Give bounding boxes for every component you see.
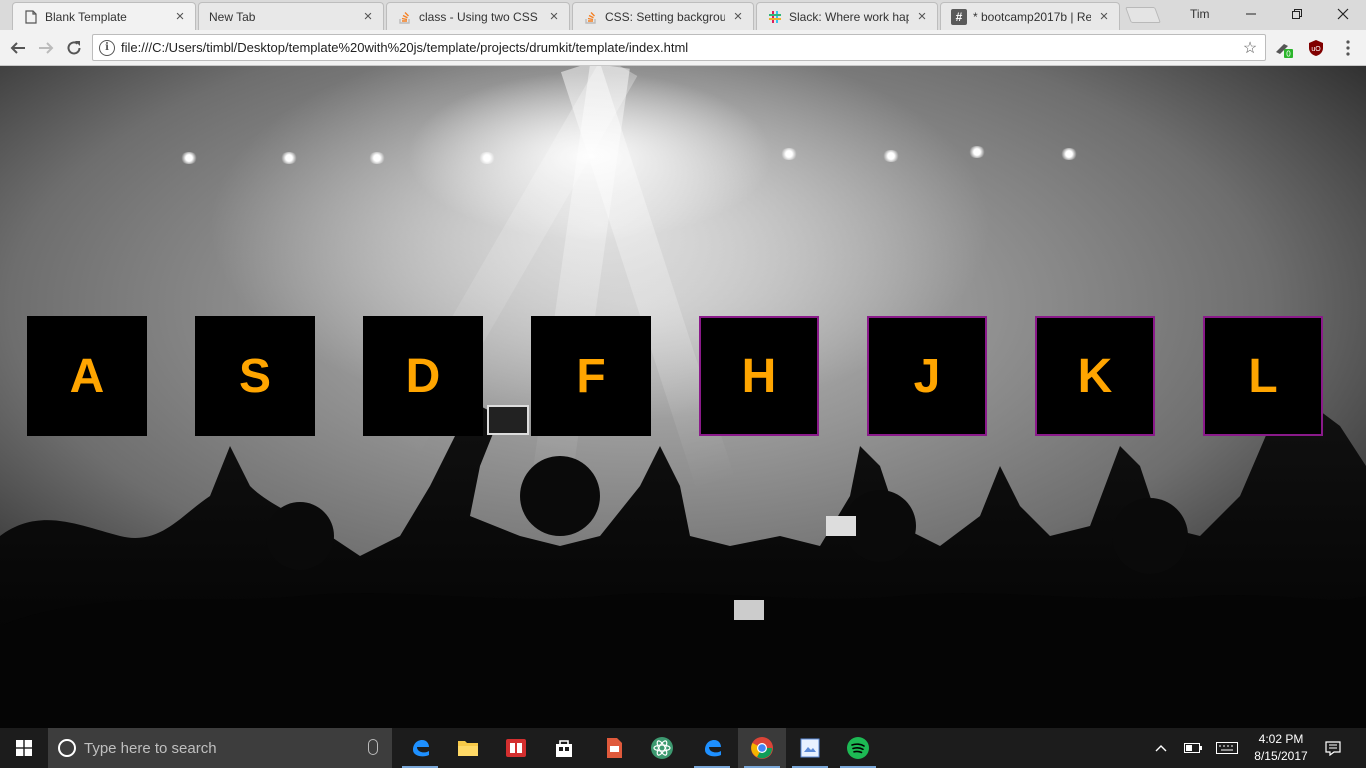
tab-strip: Blank Template × New Tab × class - Using…: [0, 0, 1366, 30]
tab-title: New Tab: [209, 9, 256, 24]
page-viewport: A S D F H J K L: [0, 66, 1366, 728]
slides-icon[interactable]: [590, 728, 638, 768]
svg-text:uO: uO: [1311, 46, 1321, 53]
tab-title: Blank Template: [45, 9, 127, 24]
page-icon: [23, 9, 39, 25]
tab-bootcamp[interactable]: # * bootcamp2017b | Res ×: [940, 2, 1120, 30]
restore-icon[interactable]: [1274, 0, 1320, 28]
key-letter: L: [1248, 349, 1278, 403]
drum-key-l[interactable]: L: [1203, 316, 1323, 436]
tab-title: CSS: Setting backgroun: [605, 9, 725, 24]
microphone-icon[interactable]: [368, 739, 378, 755]
drum-keys-row: A S D F H J K L: [0, 316, 1366, 436]
close-window-icon[interactable]: [1320, 0, 1366, 28]
store-icon[interactable]: [540, 728, 588, 768]
drum-key-s[interactable]: S: [195, 316, 315, 436]
tab-title: class - Using two CSS c: [419, 9, 541, 24]
slack-icon: [767, 9, 783, 25]
forward-arrow-icon[interactable]: [34, 36, 58, 60]
profile-name[interactable]: Tim: [1190, 7, 1210, 21]
stackoverflow-icon: [397, 9, 413, 25]
clock-time: 4:02 PM: [1258, 732, 1304, 746]
drum-key-j[interactable]: J: [867, 316, 987, 436]
tab-blank-template[interactable]: Blank Template ×: [12, 2, 196, 30]
menu-icon[interactable]: [1338, 38, 1358, 58]
info-icon[interactable]: i: [99, 39, 115, 56]
windows-start-icon[interactable]: [0, 728, 48, 768]
key-letter: D: [405, 349, 441, 403]
tab-slack[interactable]: Slack: Where work happ ×: [756, 2, 938, 30]
tab-stackoverflow-class[interactable]: class - Using two CSS c ×: [386, 2, 570, 30]
new-tab-button[interactable]: [1125, 7, 1161, 23]
extension-badge: 0: [1286, 50, 1291, 59]
key-letter: J: [913, 349, 941, 403]
close-icon[interactable]: ×: [547, 9, 561, 24]
spotify-icon[interactable]: [834, 728, 882, 768]
drum-key-h[interactable]: H: [699, 316, 819, 436]
taskbar-search-box[interactable]: Type here to search: [48, 728, 392, 768]
browser-toolbar: i file:///C:/Users/timbl/Desktop/templat…: [0, 30, 1366, 66]
key-letter: H: [741, 349, 777, 403]
key-letter: F: [576, 349, 606, 403]
tab-title: * bootcamp2017b | Res: [973, 9, 1091, 24]
drum-key-a[interactable]: A: [27, 316, 147, 436]
search-placeholder: Type here to search: [84, 739, 217, 757]
address-bar[interactable]: i file:///C:/Users/timbl/Desktop/templat…: [92, 34, 1266, 61]
close-icon[interactable]: ×: [173, 9, 187, 24]
star-icon[interactable]: ☆: [1239, 38, 1261, 58]
atom-icon[interactable]: [638, 728, 686, 768]
taskbar-clock[interactable]: 4:02 PM 8/15/2017: [1244, 731, 1318, 765]
clock-date: 8/15/2017: [1254, 749, 1308, 763]
reader-icon[interactable]: [492, 728, 540, 768]
key-letter: S: [238, 349, 271, 403]
url-text[interactable]: file:///C:/Users/timbl/Desktop/template%…: [121, 40, 1239, 55]
extension-icon[interactable]: 0: [1274, 38, 1294, 58]
tab-title: Slack: Where work happ: [789, 9, 909, 24]
edge-icon[interactable]: [688, 728, 736, 768]
keyboard-icon[interactable]: [1212, 728, 1242, 768]
hash-icon: #: [951, 8, 967, 25]
close-icon[interactable]: ×: [915, 9, 929, 24]
back-arrow-icon[interactable]: [6, 36, 30, 60]
drum-key-k[interactable]: K: [1035, 316, 1155, 436]
cortana-icon[interactable]: [58, 739, 76, 757]
stackoverflow-icon: [583, 9, 599, 25]
notifications-icon[interactable]: [1322, 728, 1344, 768]
tab-new-tab[interactable]: New Tab ×: [198, 2, 384, 30]
drum-key-d[interactable]: D: [363, 316, 483, 436]
close-icon[interactable]: ×: [361, 9, 375, 24]
minimize-icon[interactable]: [1228, 0, 1274, 28]
paint-icon[interactable]: [786, 728, 834, 768]
key-letter: K: [1077, 349, 1113, 403]
windows-taskbar: Type here to search 4:02 PM 8/15/2017: [0, 728, 1366, 768]
close-icon[interactable]: ×: [731, 9, 745, 24]
close-icon[interactable]: ×: [1097, 9, 1111, 24]
key-letter: A: [69, 349, 105, 403]
ublock-icon[interactable]: uO: [1306, 38, 1326, 58]
chrome-icon[interactable]: [738, 728, 786, 768]
reload-icon[interactable]: [62, 36, 86, 60]
file-explorer-icon[interactable]: [444, 728, 492, 768]
battery-icon[interactable]: [1180, 728, 1206, 768]
chevron-up-icon[interactable]: [1150, 728, 1172, 768]
tab-stackoverflow-css[interactable]: CSS: Setting backgroun ×: [572, 2, 754, 30]
drum-key-f[interactable]: F: [531, 316, 651, 436]
edge-icon[interactable]: [396, 728, 444, 768]
